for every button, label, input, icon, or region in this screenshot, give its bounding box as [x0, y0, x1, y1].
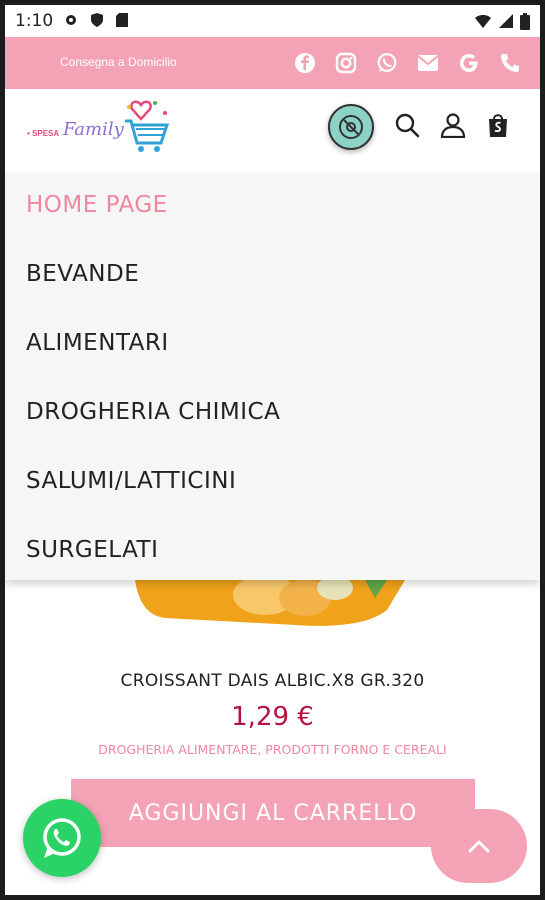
settings-icon	[63, 12, 79, 32]
accessibility-icon	[339, 115, 363, 139]
accessibility-button[interactable]	[328, 104, 374, 150]
site-header: • SPESA Family	[5, 89, 540, 174]
status-time: 1:10	[15, 11, 54, 31]
facebook-icon[interactable]	[293, 51, 317, 75]
promo-text: Consegna a Domicilio	[60, 55, 177, 69]
sim-card-icon	[115, 12, 129, 32]
phone-icon[interactable]	[498, 51, 522, 75]
menu-item-alimentari[interactable]: ALIMENTARI	[26, 330, 169, 356]
instagram-icon[interactable]	[334, 51, 358, 75]
menu-item-bevande[interactable]: BEVANDE	[26, 261, 139, 287]
whatsapp-icon	[43, 818, 81, 858]
product-category[interactable]: DROGHERIA ALIMENTARE, PRODOTTI FORNO E C…	[5, 742, 540, 757]
menu-item-home-page[interactable]: HOME PAGE	[26, 192, 168, 218]
menu-item-drogheria-chimica[interactable]: DROGHERIA CHIMICA	[26, 399, 280, 425]
signal-icon	[498, 13, 514, 34]
add-to-cart-button[interactable]: AGGIUNGI AL CARRELLO	[71, 779, 475, 847]
menu-item-surgelati[interactable]: SURGELATI	[26, 537, 158, 563]
search-icon[interactable]	[394, 112, 420, 142]
whatsapp-chat-button[interactable]	[23, 799, 101, 877]
google-icon[interactable]	[457, 51, 481, 75]
shopping-cart-logo-icon	[125, 100, 170, 152]
email-icon[interactable]	[416, 51, 440, 75]
app-screen: 1:10 Consegna a Domicilio • SPESA Family…	[5, 5, 540, 895]
battery-icon	[520, 13, 530, 34]
shield-icon	[89, 12, 105, 32]
logo-family-text: Family	[63, 119, 124, 140]
product-price: 1,29 €	[231, 702, 314, 732]
logo-spesa-text: • SPESA	[27, 129, 60, 138]
chevron-up-icon	[468, 840, 490, 853]
whatsapp-small-icon[interactable]	[375, 51, 399, 75]
promo-bar: Consegna a Domicilio	[5, 37, 540, 89]
shopping-bag-icon[interactable]	[486, 112, 510, 142]
navigation-menu: HOME PAGE BEVANDE ALIMENTARI DROGHERIA C…	[5, 174, 540, 580]
user-icon[interactable]	[440, 112, 466, 142]
status-bar: 1:10	[5, 5, 540, 37]
site-logo[interactable]: • SPESA Family	[25, 99, 175, 159]
product-title[interactable]: CROISSANT DAIS ALBIC.X8 GR.320	[5, 671, 540, 691]
menu-item-salumi-latticini[interactable]: SALUMI/LATTICINI	[26, 468, 236, 494]
wifi-icon	[474, 13, 492, 34]
product-image[interactable]	[125, 575, 415, 630]
scroll-to-top-button[interactable]	[431, 809, 527, 883]
